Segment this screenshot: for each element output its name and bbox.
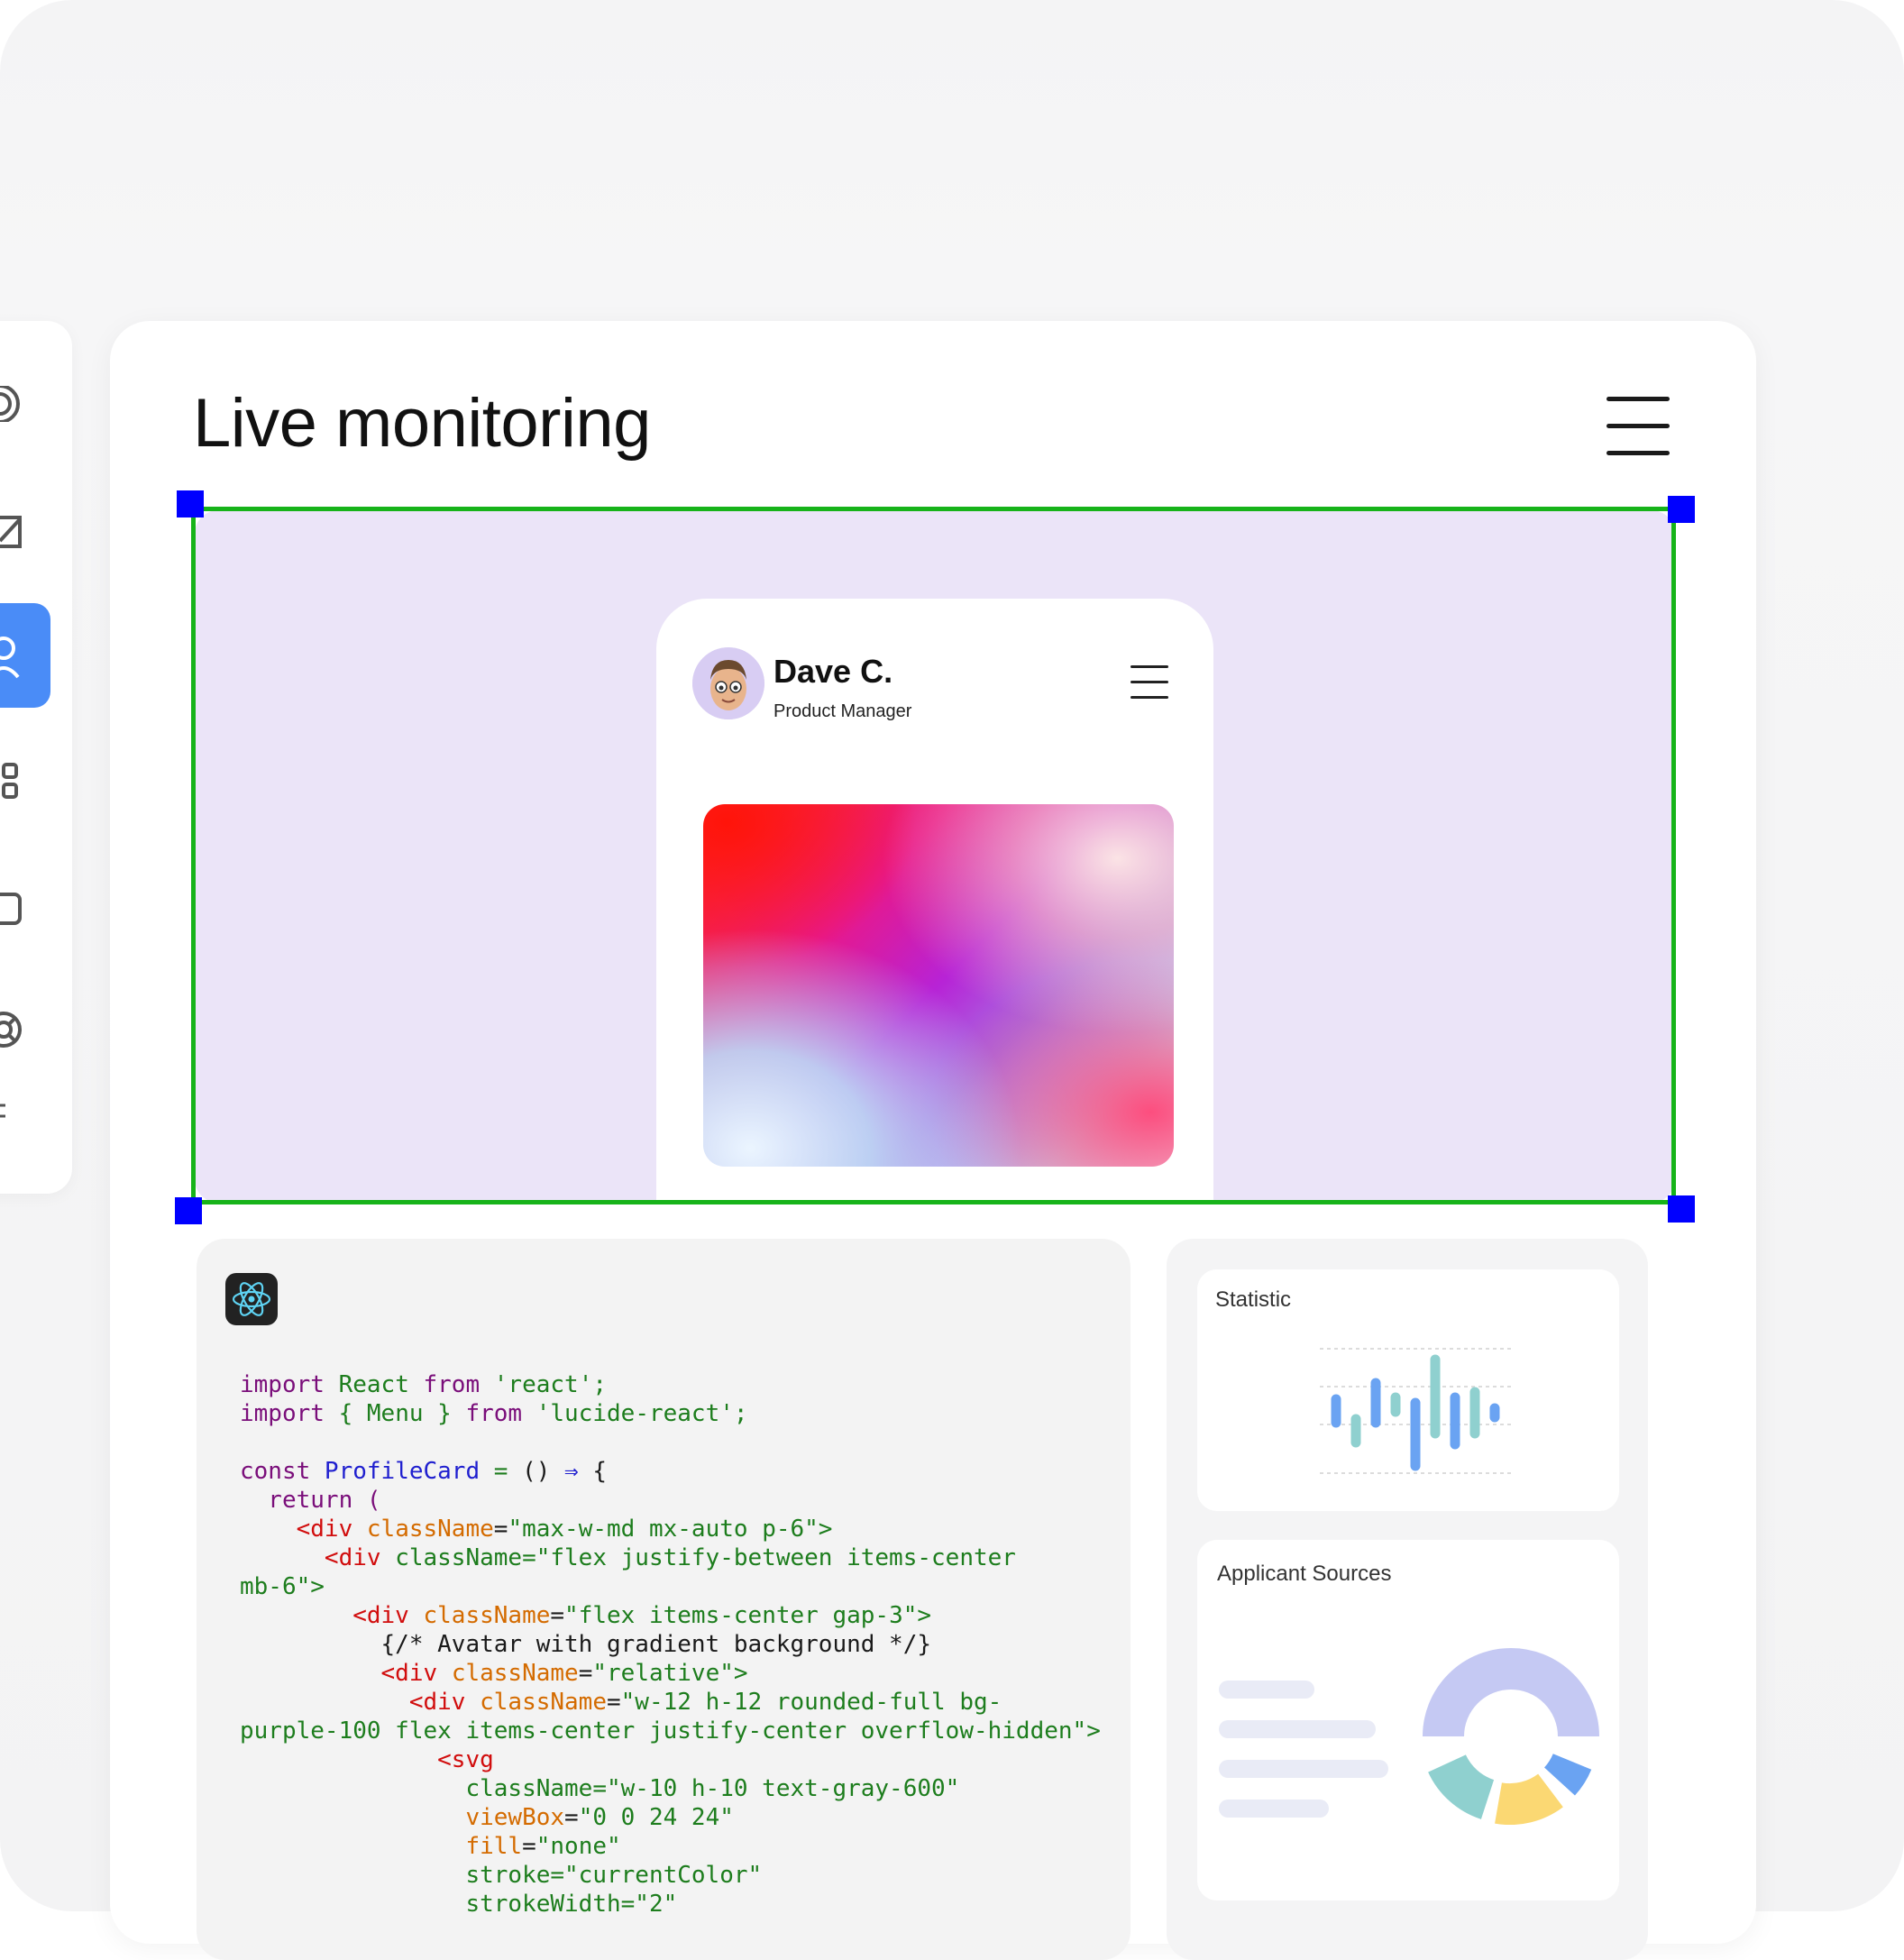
sidebar-item-user[interactable] (0, 603, 50, 708)
code-line: import React from 'react'; (240, 1371, 608, 1398)
menu-line-icon (1130, 665, 1168, 668)
user-icon (0, 637, 20, 679)
code-line: <div className="relative"> (240, 1660, 748, 1687)
legend-placeholder (1219, 1681, 1314, 1699)
more-icon[interactable] (0, 1100, 36, 1122)
donut-segment (1428, 1754, 1496, 1819)
react-logo-icon (225, 1273, 278, 1325)
profile-role: Product Manager (774, 701, 912, 721)
sidebar (0, 321, 72, 1194)
code-line: {/* Avatar with gradient background */} (240, 1631, 932, 1658)
code-line: stroke="currentColor" (240, 1862, 763, 1889)
donut-segment (1423, 1648, 1599, 1737)
donut-segment (1543, 1753, 1592, 1796)
menu-button[interactable] (1606, 395, 1670, 456)
page-title: Live monitoring (193, 385, 651, 462)
code-block: import React from 'react'; import { Menu… (240, 1370, 1101, 1919)
resize-handle-bottom-left[interactable] (175, 1197, 202, 1224)
profile-menu-button[interactable] (1130, 664, 1168, 701)
code-line: const ProfileCard = () ⇒ { (240, 1458, 608, 1485)
lifebuoy-icon[interactable] (0, 1012, 36, 1048)
code-line: purple-100 flex items-center justify-cen… (240, 1717, 1101, 1745)
memoji-avatar-icon (692, 647, 764, 719)
menu-line-icon (1606, 451, 1670, 455)
legend-placeholder (1219, 1800, 1329, 1818)
target-icon[interactable] (0, 384, 36, 424)
applicant-sources-title: Applicant Sources (1217, 1562, 1392, 1586)
code-line: <div className="flex items-center gap-3"… (240, 1602, 932, 1629)
code-line: fill="none" (240, 1833, 621, 1860)
legend-placeholder (1219, 1720, 1376, 1738)
avatar (692, 647, 764, 719)
code-line: <div className="max-w-md mx-auto p-6"> (240, 1516, 833, 1543)
mail-icon[interactable] (0, 514, 36, 550)
gradient-image (703, 804, 1174, 1167)
code-line: mb-6"> (240, 1573, 325, 1600)
applicant-sources-donut (1423, 1648, 1599, 1825)
square-icon[interactable] (0, 891, 36, 927)
resize-handle-bottom-right[interactable] (1668, 1195, 1695, 1223)
statistic-chart (1320, 1348, 1511, 1474)
code-line: return ( (240, 1487, 381, 1514)
code-line: <svg (240, 1746, 494, 1773)
code-line: import { Menu } from 'lucide-react'; (240, 1400, 748, 1427)
menu-line-icon (1130, 681, 1168, 683)
menu-line-icon (1606, 424, 1670, 428)
donut-segment (1495, 1773, 1563, 1825)
grid-icon[interactable] (0, 763, 36, 799)
resize-handle-top-right[interactable] (1668, 496, 1695, 523)
code-line: <div className="flex justify-between ite… (240, 1544, 1016, 1571)
code-line: <div className="w-12 h-12 rounded-full b… (240, 1689, 1002, 1716)
menu-line-icon (1606, 397, 1670, 401)
profile-name: Dave C. (774, 653, 893, 690)
menu-line-icon (1130, 696, 1168, 699)
resize-handle-top-left[interactable] (177, 490, 204, 517)
code-line: strokeWidth="2" (240, 1891, 678, 1918)
code-line: viewBox="0 0 24 24" (240, 1804, 734, 1831)
code-line: className="w-10 h-10 text-gray-600" (240, 1775, 960, 1802)
statistic-title: Statistic (1215, 1287, 1292, 1312)
legend-placeholder (1219, 1760, 1388, 1778)
